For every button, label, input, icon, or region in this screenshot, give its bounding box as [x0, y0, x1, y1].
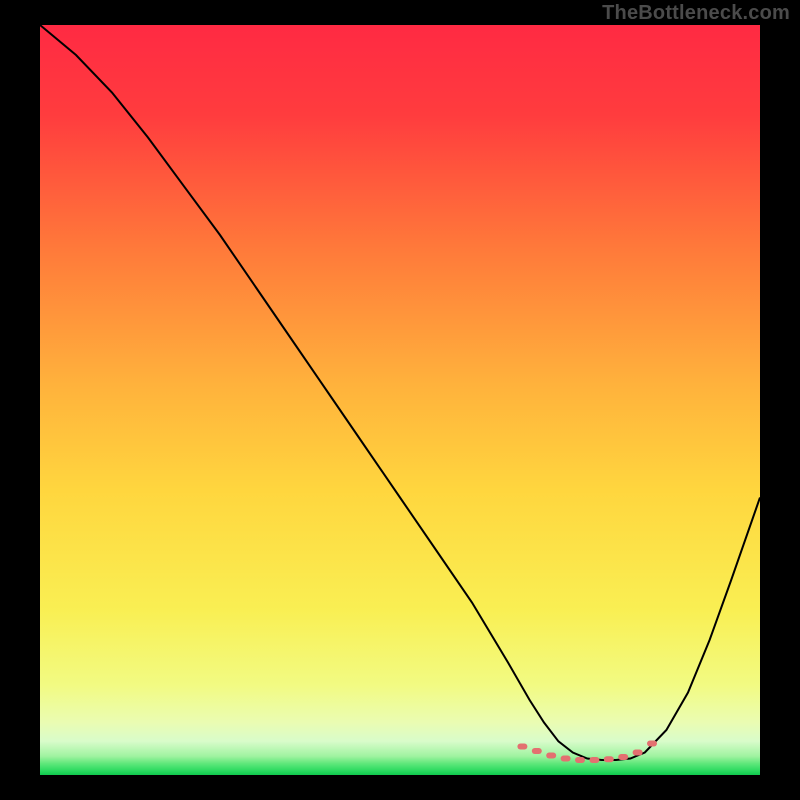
marker-dot	[561, 756, 571, 762]
marker-dot	[647, 741, 657, 747]
marker-dot	[618, 754, 628, 760]
marker-dot	[633, 750, 643, 756]
marker-dot	[517, 744, 527, 750]
plot-area	[40, 25, 760, 775]
marker-dot	[589, 757, 599, 763]
marker-dot	[546, 753, 556, 759]
marker-dot	[575, 757, 585, 763]
watermark-text: TheBottleneck.com	[602, 2, 790, 25]
chart-frame: TheBottleneck.com	[0, 0, 800, 800]
chart-svg	[40, 25, 760, 775]
marker-dot	[532, 748, 542, 754]
marker-dot	[604, 756, 614, 762]
